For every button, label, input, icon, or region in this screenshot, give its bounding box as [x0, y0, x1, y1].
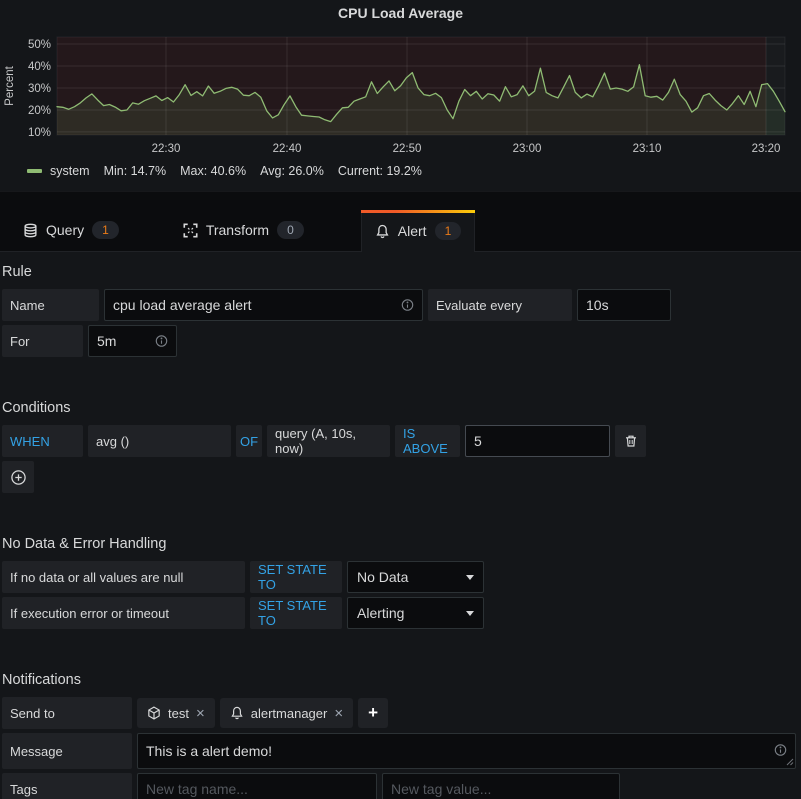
recipient-name: test	[168, 706, 189, 721]
tag-value-input[interactable]	[382, 773, 620, 799]
tab-query[interactable]: Query 1	[10, 209, 132, 251]
tab-transform[interactable]: Transform 0	[170, 209, 317, 251]
add-condition-row	[2, 461, 795, 493]
condition-when-keyword[interactable]: WHEN	[2, 425, 83, 457]
legend-stat-min: Min: 14.7%	[104, 164, 167, 178]
close-icon[interactable]: ×	[196, 706, 205, 721]
recipient-chip-test[interactable]: test ×	[137, 698, 215, 728]
legend-color-swatch	[27, 169, 42, 173]
rule-section-heading: Rule	[2, 264, 795, 280]
rule-row-2: For	[2, 325, 795, 357]
legend-series-name[interactable]: system	[50, 164, 90, 178]
legend-stat-current: Current: 19.2%	[338, 164, 422, 178]
error-state-select[interactable]: Alerting	[347, 597, 484, 629]
svg-text:23:20: 23:20	[752, 143, 781, 155]
condition-of-keyword[interactable]: OF	[236, 425, 262, 457]
rule-for-input[interactable]	[88, 325, 177, 357]
add-condition-button[interactable]	[2, 461, 34, 493]
error-set-state-keyword: SET STATE TO	[250, 597, 342, 629]
condition-threshold-input[interactable]	[465, 425, 610, 457]
error-condition-label: If execution error or timeout	[2, 597, 245, 629]
bell-icon	[375, 224, 390, 239]
error-row-2: If execution error or timeout SET STATE …	[2, 597, 795, 629]
transform-icon	[183, 223, 198, 238]
svg-text:22:30: 22:30	[152, 143, 181, 155]
legend-stat-avg: Avg: 26.0%	[260, 164, 324, 178]
chevron-down-icon	[466, 611, 474, 616]
notifications-section-heading: Notifications	[2, 672, 795, 688]
close-icon[interactable]: ×	[334, 706, 343, 721]
tab-transform-count-badge: 0	[277, 221, 304, 239]
tab-query-label: Query	[46, 222, 84, 238]
conditions-section-heading: Conditions	[2, 400, 795, 416]
svg-text:30%: 30%	[28, 83, 51, 95]
cpu-load-chart[interactable]: 10% 20% 30% 40% 50% 22:30 22:40 22:50 23:00 23:10…	[0, 28, 801, 160]
svg-text:23:10: 23:10	[633, 143, 662, 155]
circle-plus-icon	[10, 469, 27, 486]
condition-reducer-button[interactable]: avg ()	[88, 425, 231, 457]
nodata-condition-label: If no data or all values are null	[2, 561, 245, 593]
nodata-section-heading: No Data & Error Handling	[2, 536, 795, 552]
rule-for-label: For	[2, 325, 83, 357]
condition-row: WHEN avg () OF query (A, 10s, now) IS AB…	[2, 425, 795, 457]
trash-icon	[624, 434, 638, 448]
tag-name-input[interactable]	[137, 773, 377, 799]
tags-label: Tags	[2, 773, 132, 799]
message-label: Message	[2, 733, 132, 769]
panel-title: CPU Load Average	[0, 0, 801, 21]
nodata-set-state-keyword: SET STATE TO	[250, 561, 342, 593]
tab-alert-label: Alert	[398, 223, 427, 239]
resize-handle-icon[interactable]	[786, 758, 794, 766]
tab-transform-label: Transform	[206, 222, 269, 238]
legend-stat-max: Max: 40.6%	[180, 164, 246, 178]
send-to-label: Send to	[2, 697, 132, 729]
error-state-value: Alerting	[357, 605, 404, 621]
message-row: Message This is a alert demo!	[2, 733, 795, 769]
rule-evaluate-label: Evaluate every	[428, 289, 572, 321]
svg-text:50%: 50%	[28, 39, 51, 51]
tags-row: Tags	[2, 773, 795, 799]
chart-panel: CPU Load Average 10% 20% 30% 40% 50% 22:30 22:…	[0, 0, 801, 192]
chevron-down-icon	[466, 575, 474, 580]
webhook-icon	[147, 706, 161, 720]
rule-evaluate-input[interactable]	[577, 289, 671, 321]
add-notification-button[interactable]: +	[358, 698, 388, 728]
condition-query-button[interactable]: query (A, 10s, now)	[267, 425, 390, 457]
recipient-chip-alertmanager[interactable]: alertmanager ×	[220, 698, 353, 728]
send-to-row: Send to test × alertmanager × +	[2, 697, 795, 729]
svg-text:40%: 40%	[28, 61, 51, 73]
rule-name-input[interactable]	[104, 289, 423, 321]
y-axis-label: Percent	[4, 65, 16, 105]
plus-icon: +	[368, 703, 378, 723]
svg-text:22:40: 22:40	[273, 143, 302, 155]
svg-text:20%: 20%	[28, 105, 51, 117]
database-icon	[23, 223, 38, 238]
tab-alert-count-badge: 1	[435, 222, 462, 240]
recipient-name: alertmanager	[251, 706, 328, 721]
svg-text:22:50: 22:50	[393, 143, 422, 155]
nodata-row-1: If no data or all values are null SET ST…	[2, 561, 795, 593]
condition-operator-button[interactable]: IS ABOVE	[395, 425, 460, 457]
nodata-state-select[interactable]: No Data	[347, 561, 484, 593]
tab-query-count-badge: 1	[92, 221, 119, 239]
editor-tabbar: Query 1 Transform 0 Alert 1	[0, 192, 801, 252]
message-textarea[interactable]: This is a alert demo!	[137, 733, 796, 769]
tab-alert[interactable]: Alert 1	[361, 210, 475, 252]
rule-row-1: Name Evaluate every	[2, 289, 795, 321]
svg-text:10%: 10%	[28, 127, 51, 139]
chart-legend: system Min: 14.7% Max: 40.6% Avg: 26.0% …	[27, 164, 422, 178]
svg-text:23:00: 23:00	[513, 143, 542, 155]
rule-name-label: Name	[2, 289, 99, 321]
nodata-state-value: No Data	[357, 569, 408, 585]
bell-icon	[230, 706, 244, 720]
delete-condition-button[interactable]	[615, 425, 646, 457]
alert-tab-content: Rule Name Evaluate every For Cond	[0, 252, 801, 799]
